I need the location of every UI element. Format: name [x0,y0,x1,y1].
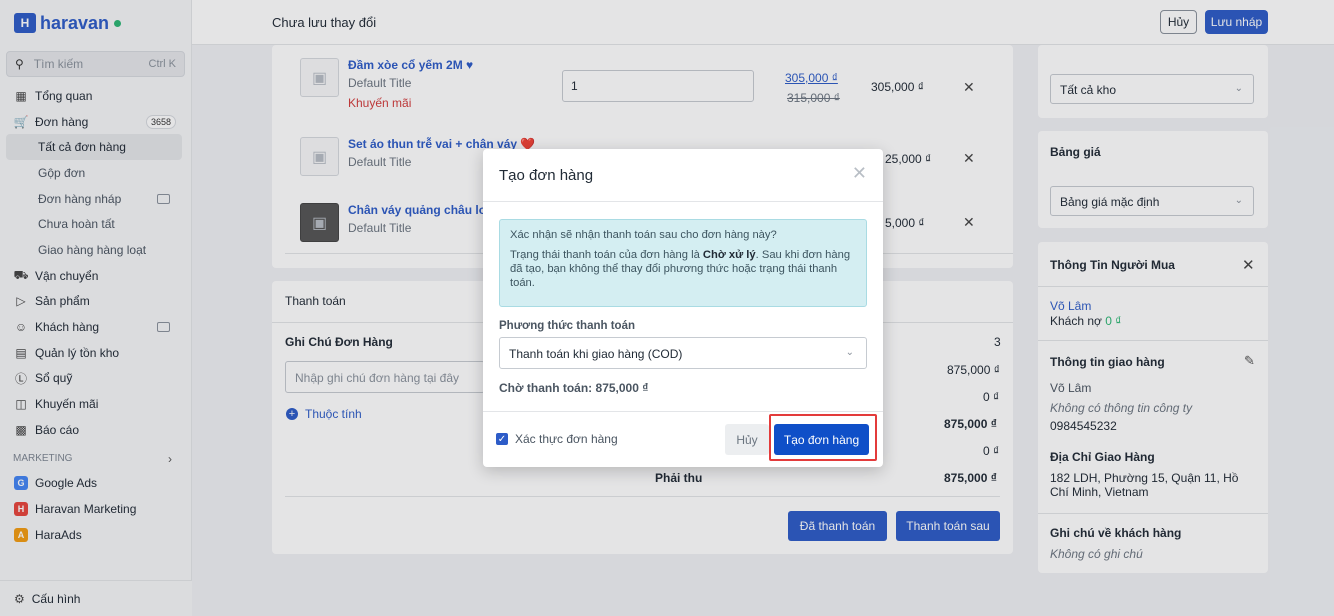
divider [483,201,883,202]
awaiting-payment: Chờ thanh toán: 875,000 ₫ [499,381,649,395]
divider [483,411,883,412]
alert-status: Chờ xử lý [702,249,756,261]
create-order-button[interactable]: Tạo đơn hàng [774,424,869,455]
confirm-order-label[interactable]: Xác thực đơn hàng [515,432,618,446]
confirm-order-checkbox[interactable]: ✓ [496,433,508,445]
payment-method-label: Phương thức thanh toán [499,320,635,332]
dialog-cancel-button[interactable]: Hủy [725,424,769,455]
create-order-dialog: Tạo đơn hàng ✕ Xác nhận sẽ nhận thanh to… [483,149,883,467]
alert-question: Xác nhận sẽ nhận thanh toán sau cho đơn … [510,229,777,241]
chevron-down-icon: ⌄ [845,347,854,358]
dialog-title: Tạo đơn hàng [499,167,594,184]
payment-method-value: Thanh toán khi giao hàng (COD) [509,347,683,361]
alert-text: Trạng thái thanh toán của đơn hàng là [510,249,703,261]
info-alert: Xác nhận sẽ nhận thanh toán sau cho đơn … [499,219,867,307]
payment-method-select[interactable]: Thanh toán khi giao hàng (COD) ⌄ [499,337,867,369]
close-icon[interactable]: ✕ [852,163,867,184]
alert-body: Trạng thái thanh toán của đơn hàng là Ch… [510,248,856,290]
